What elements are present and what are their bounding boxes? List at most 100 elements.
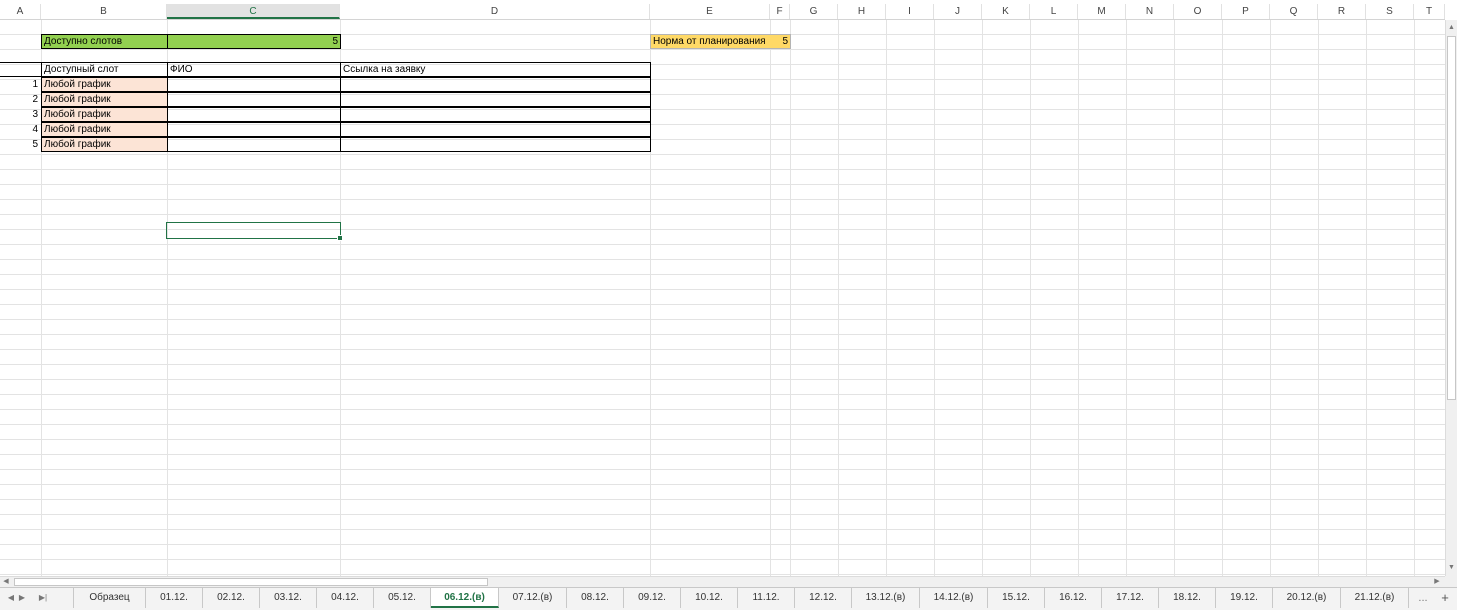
sheet-tab-19-12[interactable]: 19.12. bbox=[1216, 588, 1273, 608]
sheet-tab-13-12-v[interactable]: 13.12.(в) bbox=[852, 588, 920, 608]
sheet-tab-16-12[interactable]: 16.12. bbox=[1045, 588, 1102, 608]
vertical-scroll-thumb[interactable] bbox=[1447, 36, 1456, 400]
column-header-j[interactable]: J bbox=[934, 4, 982, 19]
column-header-f[interactable]: F bbox=[770, 4, 790, 19]
cell-d9-link[interactable] bbox=[340, 137, 651, 152]
cell-a7-row-number[interactable]: 3 bbox=[0, 107, 40, 122]
sheet-tab-09-12[interactable]: 09.12. bbox=[624, 588, 681, 608]
column-header-m[interactable]: M bbox=[1078, 4, 1126, 19]
grid-row-line bbox=[0, 349, 1445, 350]
column-header-l[interactable]: L bbox=[1030, 4, 1078, 19]
column-header-o[interactable]: O bbox=[1174, 4, 1222, 19]
column-header-p[interactable]: P bbox=[1222, 4, 1270, 19]
tab-scroll-last-icon[interactable]: ▶| bbox=[35, 588, 51, 608]
sheet-tab-10-12[interactable]: 10.12. bbox=[681, 588, 738, 608]
column-header-t[interactable]: T bbox=[1414, 4, 1445, 19]
fill-handle[interactable] bbox=[337, 235, 343, 241]
worksheet-grid[interactable]: Доступно слотов 5 Норма от планирования … bbox=[0, 20, 1445, 576]
cell-a9-row-number[interactable]: 5 bbox=[0, 137, 40, 152]
column-header-s[interactable]: S bbox=[1366, 4, 1414, 19]
sheet-tab-08-12[interactable]: 08.12. bbox=[567, 588, 624, 608]
cell-d5-link[interactable] bbox=[340, 77, 651, 92]
sheet-tab-12-12[interactable]: 12.12. bbox=[795, 588, 852, 608]
scroll-down-icon[interactable]: ▼ bbox=[1446, 562, 1457, 574]
scroll-left-icon[interactable]: ◀ bbox=[0, 577, 12, 587]
cell-d4-link-header[interactable]: Ссылка на заявку bbox=[340, 62, 651, 77]
cell-b9-slot[interactable]: Любой график bbox=[41, 137, 168, 152]
grid-column-line bbox=[1318, 20, 1319, 576]
grid-column-line bbox=[1414, 20, 1415, 576]
cell-b5-slot[interactable]: Любой график bbox=[41, 77, 168, 92]
cell-f2-planning-norm-value[interactable]: 5 bbox=[770, 34, 791, 49]
grid-column-line bbox=[838, 20, 839, 576]
sheet-tab-07-12-v[interactable]: 07.12.(в) bbox=[499, 588, 567, 608]
column-header-c[interactable]: C bbox=[167, 4, 340, 19]
grid-column-line bbox=[934, 20, 935, 576]
sheet-tab-11-12[interactable]: 11.12. bbox=[738, 588, 795, 608]
scroll-up-icon[interactable]: ▲ bbox=[1446, 22, 1457, 34]
sheet-tab-04-12[interactable]: 04.12. bbox=[317, 588, 374, 608]
grid-row-line bbox=[0, 199, 1445, 200]
grid-row-line bbox=[0, 154, 1445, 155]
sheet-tab-01-12[interactable]: 01.12. bbox=[146, 588, 203, 608]
grid-row-line bbox=[0, 244, 1445, 245]
add-sheet-icon[interactable]: + bbox=[1437, 588, 1453, 608]
cell-c2-available-slots-value[interactable]: 5 bbox=[167, 34, 341, 49]
grid-row-line bbox=[0, 394, 1445, 395]
sheet-tab-14-12-v[interactable]: 14.12.(в) bbox=[920, 588, 988, 608]
sheet-tab-15-12[interactable]: 15.12. bbox=[988, 588, 1045, 608]
grid-column-line bbox=[1078, 20, 1079, 576]
column-header-b[interactable]: B bbox=[41, 4, 167, 19]
grid-row-line bbox=[0, 379, 1445, 380]
sheet-tab-05-12[interactable]: 05.12. bbox=[374, 588, 431, 608]
sheet-tab-02-12[interactable]: 02.12. bbox=[203, 588, 260, 608]
column-header-r[interactable]: R bbox=[1318, 4, 1366, 19]
column-header-q[interactable]: Q bbox=[1270, 4, 1318, 19]
cell-e2-planning-norm-label[interactable]: Норма от планирования bbox=[650, 34, 771, 49]
sheet-tab-17-12[interactable]: 17.12. bbox=[1102, 588, 1159, 608]
cell-a5-row-number[interactable]: 1 bbox=[0, 77, 40, 92]
selected-cell-c15[interactable] bbox=[166, 222, 343, 241]
cell-b2-available-slots-label[interactable]: Доступно слотов bbox=[41, 34, 168, 49]
sheet-tab-18-12[interactable]: 18.12. bbox=[1159, 588, 1216, 608]
sheet-tab-06-12-v[interactable]: 06.12.(в) bbox=[431, 588, 499, 608]
cell-a6-row-number[interactable]: 2 bbox=[0, 92, 40, 107]
grid-row-line bbox=[0, 409, 1445, 410]
horizontal-scroll-thumb[interactable] bbox=[14, 578, 488, 586]
cell-c8-fio[interactable] bbox=[167, 122, 341, 137]
vertical-scrollbar[interactable]: ▲ ▼ bbox=[1445, 20, 1457, 576]
sheet-tab-21-12-v[interactable]: 21.12.(в) bbox=[1341, 588, 1409, 608]
column-header-i[interactable]: I bbox=[886, 4, 934, 19]
cell-a8-row-number[interactable]: 4 bbox=[0, 122, 40, 137]
cell-d6-link[interactable] bbox=[340, 92, 651, 107]
grid-row-line bbox=[0, 304, 1445, 305]
cell-b6-slot[interactable]: Любой график bbox=[41, 92, 168, 107]
cell-b8-slot[interactable]: Любой график bbox=[41, 122, 168, 137]
column-header-h[interactable]: H bbox=[838, 4, 886, 19]
grid-row-line bbox=[0, 49, 1445, 50]
column-header-k[interactable]: K bbox=[982, 4, 1030, 19]
horizontal-scrollbar[interactable]: ◀ ▶ bbox=[0, 576, 1445, 587]
column-header-n[interactable]: N bbox=[1126, 4, 1174, 19]
cell-a4-number-header[interactable] bbox=[0, 62, 42, 77]
tab-scroll-right-icon[interactable]: ▶ bbox=[14, 588, 30, 608]
sheet-tab-03-12[interactable]: 03.12. bbox=[260, 588, 317, 608]
more-tabs-icon[interactable]: ... bbox=[1415, 588, 1431, 608]
sheet-tab-obrazets[interactable]: Образец bbox=[73, 588, 146, 608]
cell-d8-link[interactable] bbox=[340, 122, 651, 137]
column-header-a[interactable]: A bbox=[0, 4, 41, 19]
cell-c7-fio[interactable] bbox=[167, 107, 341, 122]
cell-c9-fio[interactable] bbox=[167, 137, 341, 152]
column-header-g[interactable]: G bbox=[790, 4, 838, 19]
cell-c6-fio[interactable] bbox=[167, 92, 341, 107]
sheet-tab-20-12-v[interactable]: 20.12.(в) bbox=[1273, 588, 1341, 608]
column-header-e[interactable]: E bbox=[650, 4, 770, 19]
grid-row-line bbox=[0, 469, 1445, 470]
cell-d7-link[interactable] bbox=[340, 107, 651, 122]
column-header-d[interactable]: D bbox=[340, 4, 650, 19]
cell-b4-slot-header[interactable]: Доступный слот bbox=[41, 62, 168, 77]
cell-b7-slot[interactable]: Любой график bbox=[41, 107, 168, 122]
cell-c4-fio-header[interactable]: ФИО bbox=[167, 62, 341, 77]
scroll-right-icon[interactable]: ▶ bbox=[1431, 577, 1443, 587]
cell-c5-fio[interactable] bbox=[167, 77, 341, 92]
